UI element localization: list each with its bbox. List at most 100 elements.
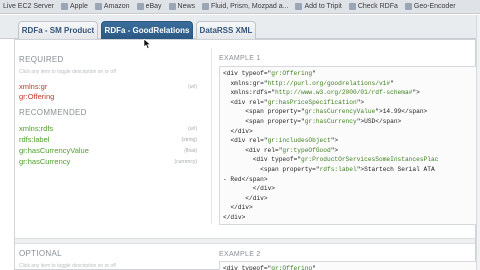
code-tag: <span property=" (245, 108, 305, 116)
code-tag: </div> (245, 194, 268, 202)
mouse-pointer-icon (143, 39, 151, 49)
tab-rdfa-goodrelations[interactable]: RDFa - GoodRelations (101, 21, 193, 39)
code-line: <span property="gr:hasCurrency">USD</spa… (223, 118, 401, 125)
code-line: <span property="gr:hasCurrencyValue">14.… (223, 108, 427, 115)
code-tag: </div> (230, 204, 253, 212)
item-xmlns-rdfs[interactable]: xmlns:rdfs (url) (19, 124, 197, 133)
bookmark-item[interactable]: Add to Tripit (295, 3, 342, 10)
bookmark-icon (168, 3, 176, 10)
optional-hint: Click any item to toggle description on … (19, 263, 116, 269)
code-line: </div> (223, 204, 253, 212)
code-tail: " (390, 79, 394, 87)
code-tag: <span property=" (245, 118, 305, 125)
code-tail: " (312, 70, 316, 77)
bookmark-label: News (177, 3, 196, 10)
code-tail: ">USD</span> (356, 118, 402, 125)
code-value: gr:Offering (271, 265, 313, 270)
code-tail: ">Startech Serial ATA (356, 166, 435, 173)
bookmark-item[interactable]: Amazon (94, 3, 130, 10)
code-value: gr:hasCurrency (304, 118, 357, 125)
code-line: <div typeof="gr:Offering" (223, 265, 316, 270)
item-gr-offering[interactable]: gr:Offering (19, 92, 197, 101)
example-1-code[interactable]: <div typeof="gr:Offering" xmlns:gr="http… (219, 66, 477, 225)
code-line: <div typeof="gr:ProductOrServicesSomeIns… (223, 156, 439, 164)
item-type: (currency) (174, 158, 197, 165)
code-tag: </div> (223, 214, 246, 221)
code-line: <div typeof="gr:Offering" (223, 70, 316, 77)
item-gr-hascurrency[interactable]: gr:hasCurrency (currency) (19, 157, 197, 166)
bookmarks-bar: Live EC2 Server Apple Amazon eBay News Fluid,… (0, 0, 480, 14)
bookmark-item[interactable]: Apple (60, 3, 88, 10)
bookmark-item[interactable]: Geo-Encoder (404, 3, 456, 10)
required-heading: REQUIRED (19, 55, 64, 64)
item-rdfs-label[interactable]: rdfs:label (string) (19, 135, 197, 144)
recommended-heading: RECOMMENDED (19, 108, 87, 117)
column-divider (211, 48, 212, 224)
bookmark-label: Geo-Encoder (413, 3, 456, 10)
item-name: gr:hasCurrency (19, 157, 71, 166)
code-tail: "> (330, 137, 339, 145)
optional-heading: OPTIONAL (19, 249, 62, 258)
code-tag: xmlns:rdfs=" (230, 89, 275, 97)
code-value: gr:includesObject (267, 137, 331, 145)
bookmark-label: Fluid, Prism, Mozpad a... (211, 3, 289, 10)
code-tail: "> (330, 146, 339, 154)
code-tag: <div typeof=" (223, 70, 272, 77)
bookmark-item[interactable]: eBay (136, 3, 162, 10)
bookmark-item[interactable]: Live EC2 Server (3, 3, 54, 10)
item-gr-hascurrencyvalue[interactable]: gr:hasCurrencyValue (float) (19, 146, 197, 155)
required-hint: Click any item to toggle description on … (19, 69, 116, 75)
tab-datarss-xml[interactable]: DataRSS XML (196, 21, 256, 39)
bookmark-item[interactable]: Check RDFa (348, 3, 398, 10)
example-2-heading: EXAMPLE 2 (219, 251, 261, 258)
bookmark-icon (295, 3, 303, 10)
bookmark-label: Apple (69, 3, 88, 10)
code-value: http://www.w3.org/2000/01/rdf-schema# (275, 89, 413, 97)
item-type: (url) (188, 83, 197, 90)
item-xmlns-gr[interactable]: xmlns:gr (url) (19, 82, 197, 91)
code-value: gr:ProductOrServicesSomeInstancesPlac (301, 156, 439, 164)
code-tail: " (312, 265, 316, 270)
code-tag: <div rel=" (245, 146, 283, 154)
bookmark-label: Live EC2 Server (3, 3, 54, 10)
main-panel: REQUIRED Click any item to toggle descri… (14, 39, 477, 270)
code-tag: <span property=" (260, 166, 320, 173)
examples-column: EXAMPLE 1 <div typeof="gr:Offering" xmln… (215, 40, 477, 270)
code-line: xmlns:gr="http://purl.org/goodrelations/… (223, 79, 394, 87)
code-line: - Red</span> (223, 176, 268, 183)
bookmark-icon (348, 3, 356, 10)
tab-rdfa-sm-product[interactable]: RDFa - SM Product (18, 21, 98, 39)
bookmark-icon (136, 3, 144, 10)
code-value: gr:Offering (271, 70, 313, 77)
item-name: gr:hasCurrencyValue (19, 146, 89, 155)
bookmark-item[interactable]: News (168, 3, 196, 10)
item-type: (string) (181, 136, 197, 143)
item-name: rdfs:label (19, 135, 50, 144)
example-2-code[interactable]: <div typeof="gr:Offering" (219, 261, 477, 270)
item-type: (float) (184, 147, 197, 154)
example-1-heading: EXAMPLE 1 (219, 55, 261, 62)
bookmark-item[interactable]: Fluid, Prism, Mozpad a... (202, 3, 288, 10)
code-tag: <div typeof=" (252, 156, 301, 164)
page-scrollbar[interactable] (476, 15, 480, 270)
bookmark-label: Add to Tripit (304, 3, 342, 10)
code-value: http://purl.org/goodrelations/v1# (267, 79, 391, 87)
code-line: xmlns:rdfs="http://www.w3.org/2000/01/rd… (223, 89, 419, 97)
code-tag: xmlns:gr=" (230, 79, 268, 87)
code-line: </div> (223, 194, 268, 202)
code-tail: "> (356, 98, 365, 106)
code-value: rdfs:label (319, 166, 357, 173)
bookmark-label: Check RDFa (357, 3, 398, 10)
code-line: <div rel="gr:typeOfGood"> (223, 147, 338, 154)
bookmark-label: Amazon (103, 3, 130, 10)
code-tag: </div> (252, 185, 275, 193)
code-line: <span property="rdfs:label">Startech Ser… (223, 166, 435, 173)
item-name: gr:Offering (19, 92, 55, 101)
code-tag: <div typeof=" (223, 265, 272, 270)
item-name: xmlns:gr (19, 82, 48, 91)
